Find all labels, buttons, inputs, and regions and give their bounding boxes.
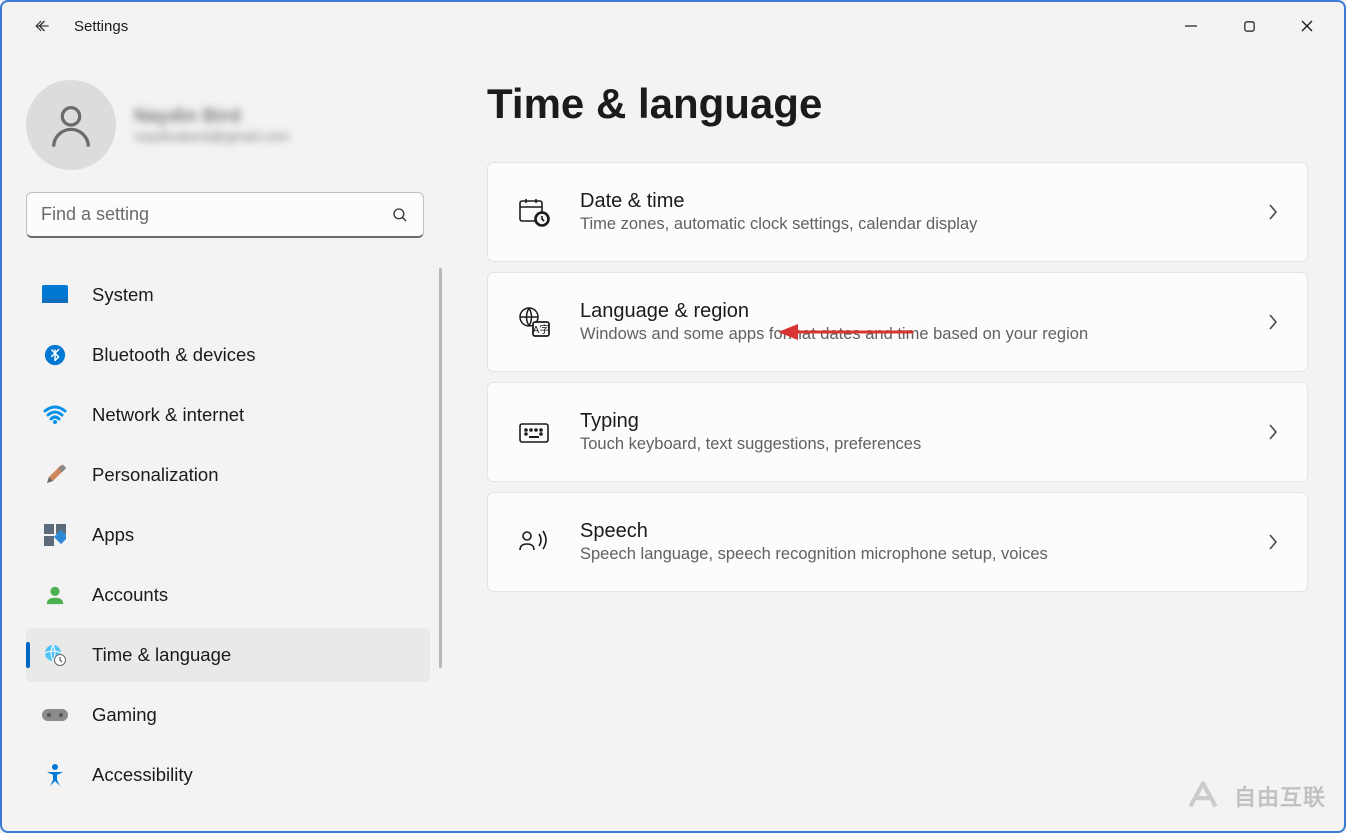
keyboard-icon (516, 414, 552, 450)
card-language-region[interactable]: A字 Language & region Windows and some ap… (487, 272, 1308, 372)
sidebar-item-time-language[interactable]: Time & language (26, 628, 430, 682)
settings-cards: Date & time Time zones, automatic clock … (487, 162, 1308, 592)
watermark: 自由互联 (1182, 775, 1326, 817)
wifi-icon (42, 402, 68, 428)
profile-text: Naydin Bird naydinaberd@gmail.com (134, 106, 289, 144)
apps-icon (42, 522, 68, 548)
card-desc: Speech language, speech recognition micr… (580, 545, 1239, 564)
sidebar-item-gaming[interactable]: Gaming (26, 688, 430, 742)
avatar (26, 80, 116, 170)
page-heading: Time & language (487, 80, 1308, 128)
sidebar-item-label: Apps (92, 524, 134, 546)
maximize-button[interactable] (1220, 6, 1278, 46)
card-speech[interactable]: Speech Speech language, speech recogniti… (487, 492, 1308, 592)
sidebar-item-label: Time & language (92, 644, 231, 666)
card-desc: Touch keyboard, text suggestions, prefer… (580, 435, 1239, 454)
window-controls (1162, 6, 1336, 46)
speech-icon (516, 524, 552, 560)
card-title: Typing (580, 410, 1239, 433)
calendar-clock-icon (516, 194, 552, 230)
search-box[interactable] (26, 192, 424, 238)
sidebar-item-accessibility[interactable]: Accessibility (26, 748, 430, 802)
paintbrush-icon (42, 462, 68, 488)
main-content: Time & language Date & time Time zones, … (447, 50, 1344, 831)
chevron-right-icon (1267, 533, 1279, 551)
sidebar-item-bluetooth[interactable]: Bluetooth & devices (26, 328, 430, 382)
watermark-icon (1182, 775, 1224, 817)
card-desc: Windows and some apps format dates and t… (580, 325, 1239, 344)
sidebar-item-label: Accessibility (92, 764, 193, 786)
card-date-time[interactable]: Date & time Time zones, automatic clock … (487, 162, 1308, 262)
system-icon (42, 282, 68, 308)
card-title: Date & time (580, 190, 1239, 213)
profile-name: Naydin Bird (134, 106, 289, 128)
chevron-right-icon (1267, 423, 1279, 441)
sidebar-item-apps[interactable]: Apps (26, 508, 430, 562)
card-desc: Time zones, automatic clock settings, ca… (580, 215, 1239, 234)
scrollbar[interactable] (439, 268, 442, 668)
sidebar-item-label: System (92, 284, 154, 306)
sidebar-item-label: Gaming (92, 704, 157, 726)
profile[interactable]: Naydin Bird naydinaberd@gmail.com (26, 80, 447, 170)
card-title: Speech (580, 520, 1239, 543)
search-icon (391, 206, 409, 224)
language-region-icon: A字 (516, 304, 552, 340)
gaming-icon (42, 702, 68, 728)
sidebar-item-label: Accounts (92, 584, 168, 606)
minimize-icon (1184, 19, 1198, 33)
accounts-icon (42, 582, 68, 608)
back-button[interactable] (22, 6, 62, 46)
titlebar: Settings (2, 2, 1344, 50)
svg-text:A字: A字 (533, 323, 550, 336)
sidebar-item-label: Bluetooth & devices (92, 344, 256, 366)
app-title: Settings (74, 18, 128, 35)
card-title: Language & region (580, 300, 1239, 323)
maximize-icon (1243, 20, 1256, 33)
chevron-right-icon (1267, 203, 1279, 221)
bluetooth-icon (42, 342, 68, 368)
accessibility-icon (42, 762, 68, 788)
watermark-text: 自由互联 (1234, 780, 1326, 812)
sidebar-item-system[interactable]: System (26, 268, 430, 322)
sidebar-item-label: Network & internet (92, 404, 244, 426)
chevron-right-icon (1267, 313, 1279, 331)
clock-globe-icon (42, 642, 68, 668)
close-icon (1300, 19, 1314, 33)
navigation: System Bluetooth & devices Network & int… (26, 268, 430, 802)
person-icon (45, 99, 97, 151)
search-input[interactable] (41, 204, 391, 225)
sidebar-item-network[interactable]: Network & internet (26, 388, 430, 442)
minimize-button[interactable] (1162, 6, 1220, 46)
sidebar-item-personalization[interactable]: Personalization (26, 448, 430, 502)
card-typing[interactable]: Typing Touch keyboard, text suggestions,… (487, 382, 1308, 482)
sidebar-item-label: Personalization (92, 464, 219, 486)
sidebar-item-accounts[interactable]: Accounts (26, 568, 430, 622)
sidebar: Naydin Bird naydinaberd@gmail.com System… (2, 50, 447, 831)
close-button[interactable] (1278, 6, 1336, 46)
profile-email: naydinaberd@gmail.com (134, 128, 289, 144)
